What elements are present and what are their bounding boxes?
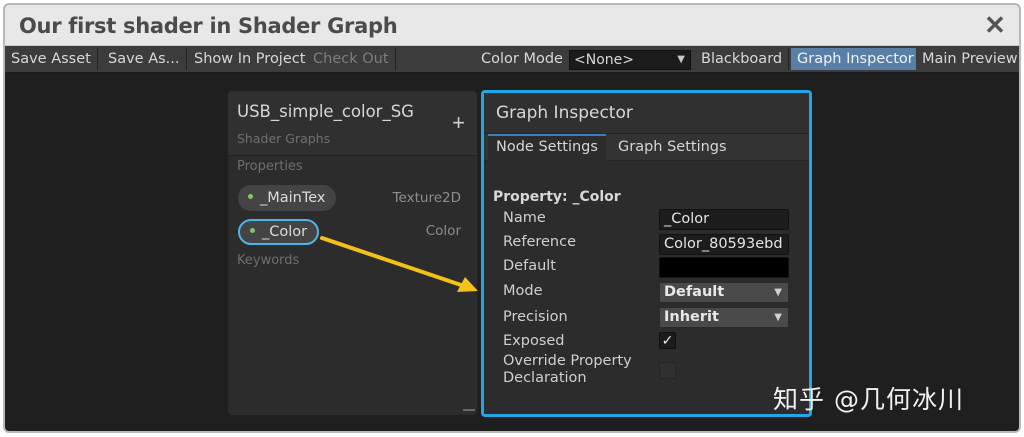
reference-field[interactable]: Color_80593ebd (659, 234, 789, 255)
shader-graph-window: Our first shader in Shader Graph ✕ Save … (3, 3, 1021, 433)
exposed-dot-icon (250, 227, 255, 233)
property-name: _MainTex (260, 190, 326, 206)
inspector-tabs: Node Settings Graph Settings (484, 134, 809, 161)
tab-graph-settings[interactable]: Graph Settings (610, 134, 735, 161)
blackboard-title: USB_simple_color_SG (237, 102, 414, 121)
precision-label: Precision (503, 309, 568, 325)
name-field[interactable]: _Color (659, 209, 789, 230)
override-declaration-checkbox[interactable] (659, 362, 676, 379)
properties-section-label: Properties (237, 159, 303, 174)
graph-inspector-panel: Graph Inspector Node Settings Graph Sett… (481, 90, 812, 417)
save-asset-button[interactable]: Save Asset (5, 48, 98, 70)
precision-value: Inherit (664, 309, 719, 325)
window-titlebar: Our first shader in Shader Graph ✕ (5, 5, 1019, 46)
mode-value: Default (664, 284, 725, 300)
blackboard-toggle-button[interactable]: Blackboard (695, 48, 790, 70)
default-color-swatch[interactable] (659, 257, 789, 278)
name-label: Name (503, 210, 546, 226)
show-in-project-button[interactable]: Show In Project (188, 48, 313, 70)
property-name: _Color (262, 224, 308, 240)
mode-label: Mode (503, 283, 543, 299)
inspector-title: Graph Inspector (496, 103, 633, 123)
chevron-down-icon: ▼ (677, 54, 685, 65)
exposed-label: Exposed (503, 333, 565, 349)
property-type: Texture2D (392, 190, 461, 206)
close-icon[interactable]: ✕ (981, 9, 1009, 41)
main-preview-toggle-button[interactable]: Main Preview (916, 48, 1019, 70)
watermark-text: 知乎 @几何冰川 (773, 385, 964, 414)
property-pill-color[interactable]: _Color (238, 219, 320, 245)
color-mode-select[interactable]: <None> ▼ (569, 50, 691, 70)
blackboard-subtitle: Shader Graphs (237, 131, 331, 146)
property-heading: Property: _Color (493, 189, 621, 205)
keywords-section-label: Keywords (237, 253, 300, 268)
override-declaration-label: Override Property Declaration (503, 353, 632, 386)
exposed-dot-icon (248, 193, 253, 199)
save-as-button[interactable]: Save As... (102, 48, 187, 70)
property-type: Color (425, 223, 461, 239)
tab-node-settings[interactable]: Node Settings (488, 134, 606, 161)
exposed-checkbox[interactable]: ✓ (659, 332, 676, 349)
color-mode-label: Color Mode (481, 51, 563, 67)
check-out-button[interactable]: Check Out (307, 48, 396, 70)
resize-handle[interactable] (463, 409, 475, 411)
graph-toolbar: Save Asset Save As... Show In Project Ch… (5, 46, 1019, 73)
blackboard-panel: USB_simple_color_SG Shader Graphs + Prop… (227, 90, 478, 416)
add-property-icon[interactable]: + (452, 110, 465, 136)
property-pill-maintex[interactable]: _MainTex (238, 185, 336, 211)
chevron-down-icon: ▼ (774, 312, 782, 323)
inspector-header: Graph Inspector (484, 93, 809, 134)
blackboard-header: USB_simple_color_SG Shader Graphs + (228, 91, 477, 156)
color-mode-value: <None> (574, 52, 634, 68)
chevron-down-icon: ▼ (774, 287, 782, 298)
mode-dropdown[interactable]: Default ▼ (659, 282, 789, 303)
window-title: Our first shader in Shader Graph (19, 14, 398, 38)
reference-label: Reference (503, 234, 577, 250)
precision-dropdown[interactable]: Inherit ▼ (659, 307, 789, 328)
graph-inspector-toggle-button[interactable]: Graph Inspector (791, 48, 921, 70)
default-label: Default (503, 258, 556, 274)
